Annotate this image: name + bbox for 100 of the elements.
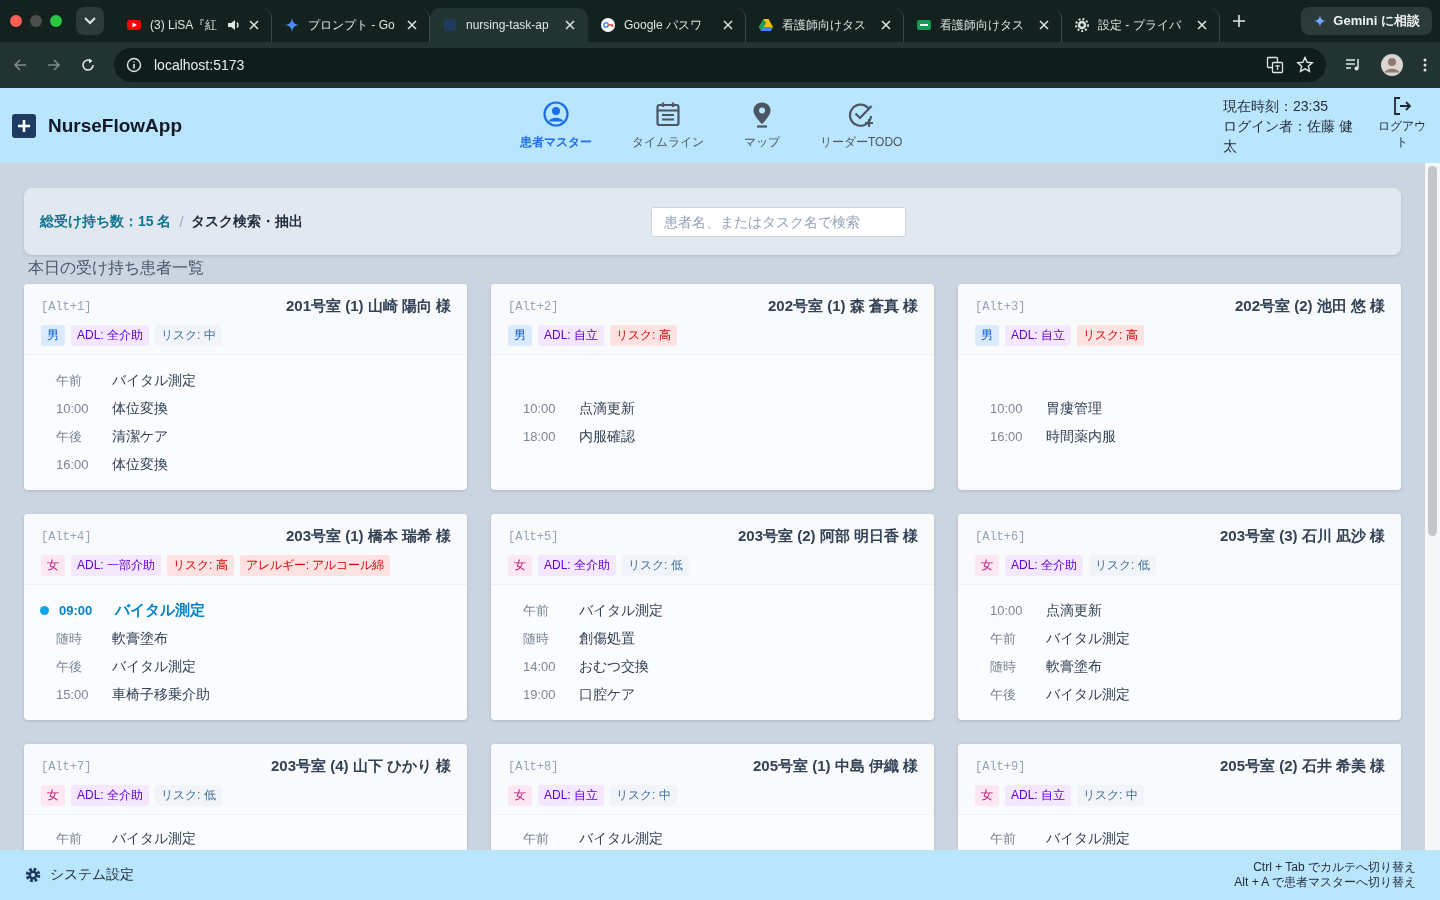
settings-icon xyxy=(24,866,42,884)
patient-name: 202号室 (2) 池田 悠 様 xyxy=(1234,297,1385,316)
section-title: 本日の受け持ち患者一覧 xyxy=(28,258,205,278)
zoom-light[interactable] xyxy=(50,15,62,27)
patient-tag: リスク: 低 xyxy=(1089,555,1156,576)
task-name: 点滴更新 xyxy=(1046,601,1102,620)
task-name: 清潔ケア xyxy=(112,427,168,446)
tab-search-button[interactable] xyxy=(76,7,104,35)
task-name: 車椅子移乗介助 xyxy=(112,685,210,704)
panel-title: タスク検索・抽出 xyxy=(191,212,304,231)
patient-name: 205号室 (1) 中島 伊織 様 xyxy=(752,757,918,776)
patient-card[interactable]: [Alt+9] 205号室 (2) 石井 希美 様 女 ADL: 自立 リスク: 中 午前 バイタル測定 xyxy=(958,744,1401,850)
patient-tag: ADL: 自立 xyxy=(538,325,604,346)
patient-name: 205号室 (2) 石井 希美 様 xyxy=(1219,757,1385,776)
browser-tab[interactable]: nursing-task-ap xyxy=(430,8,588,42)
logout-button[interactable]: ログアウト xyxy=(1376,95,1428,150)
task-time: 09:00 xyxy=(59,603,94,618)
task-name: バイタル測定 xyxy=(112,371,196,390)
patient-card[interactable]: [Alt+8] 205号室 (1) 中島 伊織 様 女 ADL: 自立 リスク: 中 午前 バイタル測定 xyxy=(491,744,934,850)
task-name: 口腔ケア xyxy=(579,685,635,704)
shortcut-label: [Alt+3] xyxy=(975,299,1026,314)
speaker-icon[interactable] xyxy=(227,19,241,31)
nav-tab[interactable]: リーダーTODO xyxy=(800,96,923,155)
close-light[interactable] xyxy=(10,15,22,27)
patient-tag: 女 xyxy=(41,785,65,806)
shortcut-label: [Alt+8] xyxy=(508,759,559,774)
search-field[interactable]: 患者名、またはタスク名で検索 xyxy=(651,206,907,237)
info-icon[interactable] xyxy=(126,57,142,73)
close-icon[interactable] xyxy=(565,20,575,30)
task-name: 体位変換 xyxy=(112,399,168,418)
task-time: 午前 xyxy=(990,629,1017,648)
patient-tag: 女 xyxy=(975,785,999,806)
patient-name: 203号室 (1) 橋本 瑞希 様 xyxy=(285,527,451,546)
patient-tag: ADL: 自立 xyxy=(538,785,604,806)
task-time: 午前 xyxy=(523,601,550,620)
patient-count: 総受け持ち数：15 名 xyxy=(40,212,172,231)
task-time: 10:00 xyxy=(56,401,90,416)
key-icon xyxy=(600,17,616,33)
current-dot xyxy=(40,606,49,615)
task-name: バイタル測定 xyxy=(1046,685,1130,704)
task-time: 16:00 xyxy=(990,429,1024,444)
patient-card[interactable]: [Alt+3] 202号室 (2) 池田 悠 様 男 ADL: 自立 リスク: 高 10:00 胃瘻管理 16:00 時間薬内服 xyxy=(958,284,1401,490)
task-time: 随時 xyxy=(990,657,1017,676)
new-tab-icon[interactable] xyxy=(1232,14,1246,28)
close-icon[interactable] xyxy=(249,20,259,30)
nav-tab[interactable]: マップ xyxy=(724,96,800,155)
shortcut-label: [Alt+9] xyxy=(975,759,1026,774)
close-icon[interactable] xyxy=(407,20,417,30)
shortcut-hint: Ctrl + Tab でカルテへ切り替え xyxy=(1252,860,1416,875)
forward-icon[interactable] xyxy=(46,57,62,73)
sheet-icon xyxy=(916,17,932,33)
settings-button[interactable]: システム設定 xyxy=(24,866,134,884)
patient-card[interactable]: [Alt+5] 203号室 (2) 阿部 明日香 様 女 ADL: 全介助 リスク: 低 午前 バイタル測定 随時 創傷処置 14:00 おむつ交換 19:00 口腔ケア xyxy=(491,514,934,720)
shortcut-label: [Alt+6] xyxy=(975,529,1026,544)
address-bar[interactable]: localhost:5173 xyxy=(114,48,1326,82)
patient-tag: 男 xyxy=(41,325,65,346)
drive-icon xyxy=(758,17,774,33)
patient-tag: リスク: 高 xyxy=(610,325,677,346)
nav-tab[interactable]: 患者マスター xyxy=(500,96,612,155)
task-name: 内服確認 xyxy=(579,427,635,446)
task-name: バイタル測定 xyxy=(579,601,663,620)
close-icon[interactable] xyxy=(723,20,733,30)
star-icon[interactable] xyxy=(1296,56,1314,74)
patient-tag: ADL: 全介助 xyxy=(538,555,616,576)
patient-card[interactable]: [Alt+4] 203号室 (1) 橋本 瑞希 様 女 ADL: 一部介助 リスク: 高 アレルギー: アルコール綿 09:00 バイタル測定 随時 軟膏塗布 午後 バイタル測定 15:00 車椅子移乗介助 xyxy=(24,514,467,720)
patient-card[interactable]: [Alt+2] 202号室 (1) 森 蒼真 様 男 ADL: 自立 リスク: 高 10:00 点滴更新 18:00 内服確認 xyxy=(491,284,934,490)
close-icon[interactable] xyxy=(1039,20,1049,30)
patient-card[interactable]: [Alt+6] 203号室 (3) 石川 凪沙 様 女 ADL: 全介助 リスク: 低 10:00 点滴更新 午前 バイタル測定 随時 軟膏塗布 午後 バイタル測定 xyxy=(958,514,1401,720)
translate-icon[interactable] xyxy=(1266,56,1284,74)
close-icon[interactable] xyxy=(1197,20,1207,30)
nav-tab[interactable]: タイムライン xyxy=(612,96,724,155)
shortcut-label: [Alt+5] xyxy=(508,529,559,544)
reload-icon[interactable] xyxy=(80,57,96,73)
close-icon[interactable] xyxy=(881,20,891,30)
task-time: 随時 xyxy=(56,629,83,648)
more-icon[interactable] xyxy=(1422,57,1428,73)
app-title: NurseFlowApp xyxy=(48,114,183,137)
task-name: 胃瘻管理 xyxy=(1046,399,1102,418)
patient-card[interactable]: [Alt+7] 203号室 (4) 山下 ひかり 様 女 ADL: 全介助 リスク: 低 午前 バイタル測定 xyxy=(24,744,467,850)
avatar-icon[interactable] xyxy=(1380,53,1404,77)
person-icon xyxy=(542,100,570,128)
patient-name: 203号室 (4) 山下 ひかり 様 xyxy=(270,757,451,776)
patient-tag: ADL: 全介助 xyxy=(71,785,149,806)
task-time: 午後 xyxy=(990,685,1017,704)
shortcut-label: [Alt+7] xyxy=(41,759,92,774)
task-name: バイタル測定 xyxy=(579,830,663,848)
breadcrumb-separator: / xyxy=(179,213,184,230)
patient-card[interactable]: [Alt+1] 201号室 (1) 山崎 陽向 様 男 ADL: 全介助 リスク: 中 午前 バイタル測定 10:00 体位変換 午後 清潔ケア 16:00 体位変換 xyxy=(24,284,467,490)
patient-tag: ADL: 自立 xyxy=(1005,325,1071,346)
gemini-button[interactable]: Gemini に相談 xyxy=(1301,7,1432,35)
task-time: 午前 xyxy=(56,830,83,848)
scrollbar[interactable] xyxy=(1425,163,1440,850)
gear-icon xyxy=(1074,17,1090,33)
patient-tag: 男 xyxy=(975,325,999,346)
back-icon[interactable] xyxy=(12,57,28,73)
task-time: 18:00 xyxy=(523,429,557,444)
plus-logo-icon xyxy=(12,113,36,138)
task-name: バイタル測定 xyxy=(1046,629,1130,648)
task-name: バイタル測定 xyxy=(115,601,205,620)
square-icon xyxy=(442,17,458,33)
